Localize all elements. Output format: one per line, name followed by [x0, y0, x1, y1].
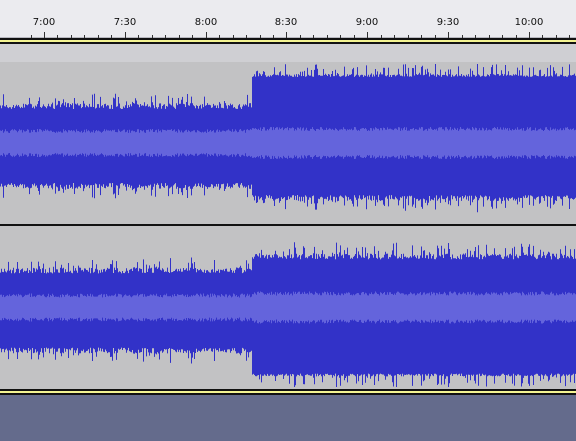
track-top-padding	[0, 44, 576, 62]
ruler-time-label: 8:00	[194, 17, 218, 28]
ruler-time-label: 10:00	[514, 17, 544, 28]
track-channel-right[interactable]	[0, 226, 576, 389]
waveform-right-channel[interactable]	[0, 226, 576, 389]
ruler-time-label: 7:30	[113, 17, 137, 28]
timeline-ruler[interactable]: 7:00 7:30 8:00 8:30 9:00 9:30 10:00	[0, 0, 576, 38]
waveform-left-channel[interactable]	[0, 62, 576, 224]
track-channel-left[interactable]	[0, 62, 576, 224]
waveform-rms	[0, 127, 576, 159]
ruler-time-label: 8:30	[274, 17, 298, 28]
empty-track-area[interactable]	[0, 395, 576, 441]
audio-editor-view: 7:00 7:30 8:00 8:30 9:00 9:30 10:00	[0, 0, 576, 441]
ruler-time-label: 9:30	[436, 17, 460, 28]
ruler-time-label: 7:00	[32, 17, 56, 28]
ruler-time-label: 9:00	[355, 17, 379, 28]
